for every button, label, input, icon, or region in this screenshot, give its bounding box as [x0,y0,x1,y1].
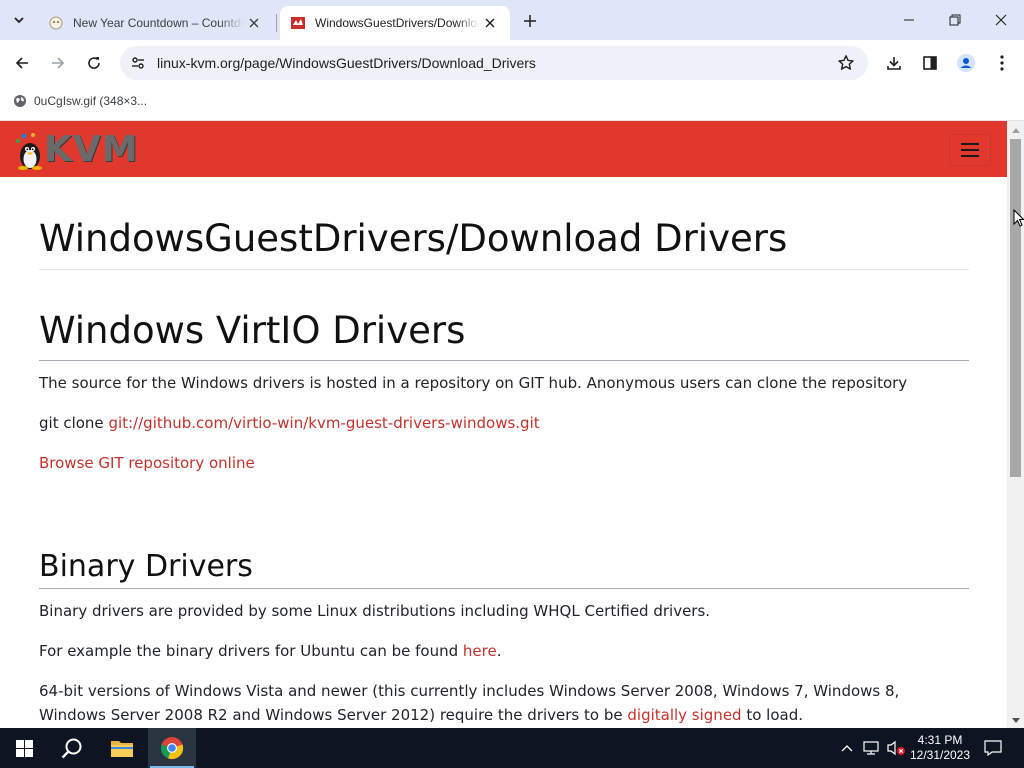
network-icon [863,741,879,755]
close-tab-icon[interactable] [480,13,500,33]
show-hidden-icons-button[interactable] [838,728,856,768]
arrow-left-icon [15,57,28,69]
bookmark-item[interactable]: 0uCgIsw.gif (348×3... [12,91,147,111]
site-header: KVM [0,121,1007,177]
speaker-muted-icon [887,740,905,756]
chevron-up-icon [841,745,853,752]
minimize-button[interactable] [886,0,932,40]
profile-button[interactable] [952,49,980,77]
logo-text: KVM [44,129,139,170]
address-bar[interactable]: linux-kvm.org/page/WindowsGuestDrivers/D… [120,46,868,80]
section-divider [39,360,969,361]
side-panel-icon [923,56,937,70]
page-title: WindowsGuestDrivers/Download Drivers [39,217,788,260]
hamburger-menu-icon [961,143,979,157]
kvm-favicon-icon [290,15,306,31]
chrome-icon [160,737,184,760]
kvm-logo[interactable]: KVM [14,126,148,172]
windows-taskbar: 4:31 PM 12/31/2023 [0,728,1024,768]
tab-windows-guest-drivers[interactable]: WindowsGuestDrivers/Download_Drivers [280,6,510,40]
to-load-text: to load. [741,706,803,724]
browse-git-link[interactable]: Browse GIT repository online [39,454,255,472]
file-explorer-button[interactable] [98,728,146,768]
notifications-button[interactable] [976,728,1010,768]
tab-strip: New Year Countdown – Countdown to New Ye… [0,0,1024,40]
section-heading-virtio: Windows VirtIO Drivers [39,309,466,352]
close-tab-icon[interactable] [244,13,264,33]
kebab-menu-icon [1000,55,1004,71]
profile-avatar-icon [957,54,975,72]
forward-button[interactable] [44,49,72,77]
nav-toggle-button[interactable] [949,134,991,166]
windows-logo-icon [15,739,33,757]
taskbar-date: 12/31/2023 [909,748,971,762]
chrome-taskbar-button[interactable] [148,728,196,768]
globe-icon [12,93,28,109]
reload-button[interactable] [80,49,108,77]
tab-title: WindowsGuestDrivers/Download_Drivers [315,16,480,30]
folder-icon [111,741,133,757]
new-tab-button[interactable] [518,10,542,32]
digitally-signed-link[interactable]: digitally signed [627,706,741,724]
side-panel-button[interactable] [916,49,944,77]
paragraph-ubuntu: For example the binary drivers for Ubunt… [39,639,969,663]
minimize-icon [904,19,914,21]
page-viewport: KVM WindowsGuestDrivers/Download Drivers… [0,120,1024,728]
paragraph-binary-intro: Binary drivers are provided by some Linu… [39,602,711,620]
notification-icon [984,740,1002,756]
tab-new-year-countdown[interactable]: New Year Countdown – Countdown to New Ye… [38,6,274,40]
search-icon [61,738,82,759]
back-button[interactable] [8,49,36,77]
taskbar-time: 4:31 PM [917,733,963,747]
bookmark-star-icon[interactable] [836,53,856,73]
site-info-icon[interactable] [128,53,148,73]
bookmark-label: 0uCgIsw.gif (348×3... [34,94,148,108]
download-icon [887,57,901,70]
close-window-button[interactable] [978,0,1024,40]
restore-button[interactable] [932,0,978,40]
scroll-down-arrow-icon[interactable] [1007,712,1024,728]
tab-separator [276,14,277,32]
downloads-button[interactable] [880,49,908,77]
paragraph-browse: Browse GIT repository online [39,451,969,475]
section-heading-binary: Binary Drivers [39,549,253,584]
paragraph-git-clone: git clone git://github.com/virtio-win/kv… [39,411,969,435]
tux-penguin-icon [16,133,42,170]
paragraph-64bit: 64-bit versions of Windows Vista and new… [39,679,969,727]
period-text: . [496,642,502,660]
volume-button[interactable] [884,728,908,768]
clock-favicon-icon [48,15,64,31]
scroll-up-arrow-icon[interactable] [1007,121,1024,138]
plus-icon [524,15,536,27]
section-divider [39,588,969,589]
paragraph-virtio-intro: The source for the Windows drivers is ho… [39,374,908,392]
bookmarks-bar: 0uCgIsw.gif (348×3... [0,86,1024,116]
url-text[interactable]: linux-kvm.org/page/WindowsGuestDrivers/D… [157,55,536,71]
scrollbar-thumb[interactable] [1010,139,1021,477]
tab-search-button[interactable] [6,8,32,32]
ubuntu-here-link[interactable]: here [463,642,497,660]
tab-title: New Year Countdown – Countdown to New Ye… [73,16,244,30]
chevron-down-icon [14,17,24,24]
reload-icon [88,57,100,69]
title-divider [39,269,969,270]
network-status-button[interactable] [860,728,882,768]
restore-icon [949,14,961,26]
close-icon [995,14,1007,26]
git-repo-link[interactable]: git://github.com/virtio-win/kvm-guest-dr… [108,414,539,432]
git-clone-text: git clone [39,414,109,432]
browser-toolbar: linux-kvm.org/page/WindowsGuestDrivers/D… [0,40,1024,86]
start-button[interactable] [0,728,48,768]
ubuntu-text: For example the binary drivers for Ubunt… [39,642,463,660]
mouse-cursor-icon [1013,209,1024,227]
clock-button[interactable]: 4:31 PM 12/31/2023 [910,728,970,768]
arrow-right-icon [52,57,65,69]
search-button[interactable] [48,728,96,768]
menu-button[interactable] [988,49,1016,77]
